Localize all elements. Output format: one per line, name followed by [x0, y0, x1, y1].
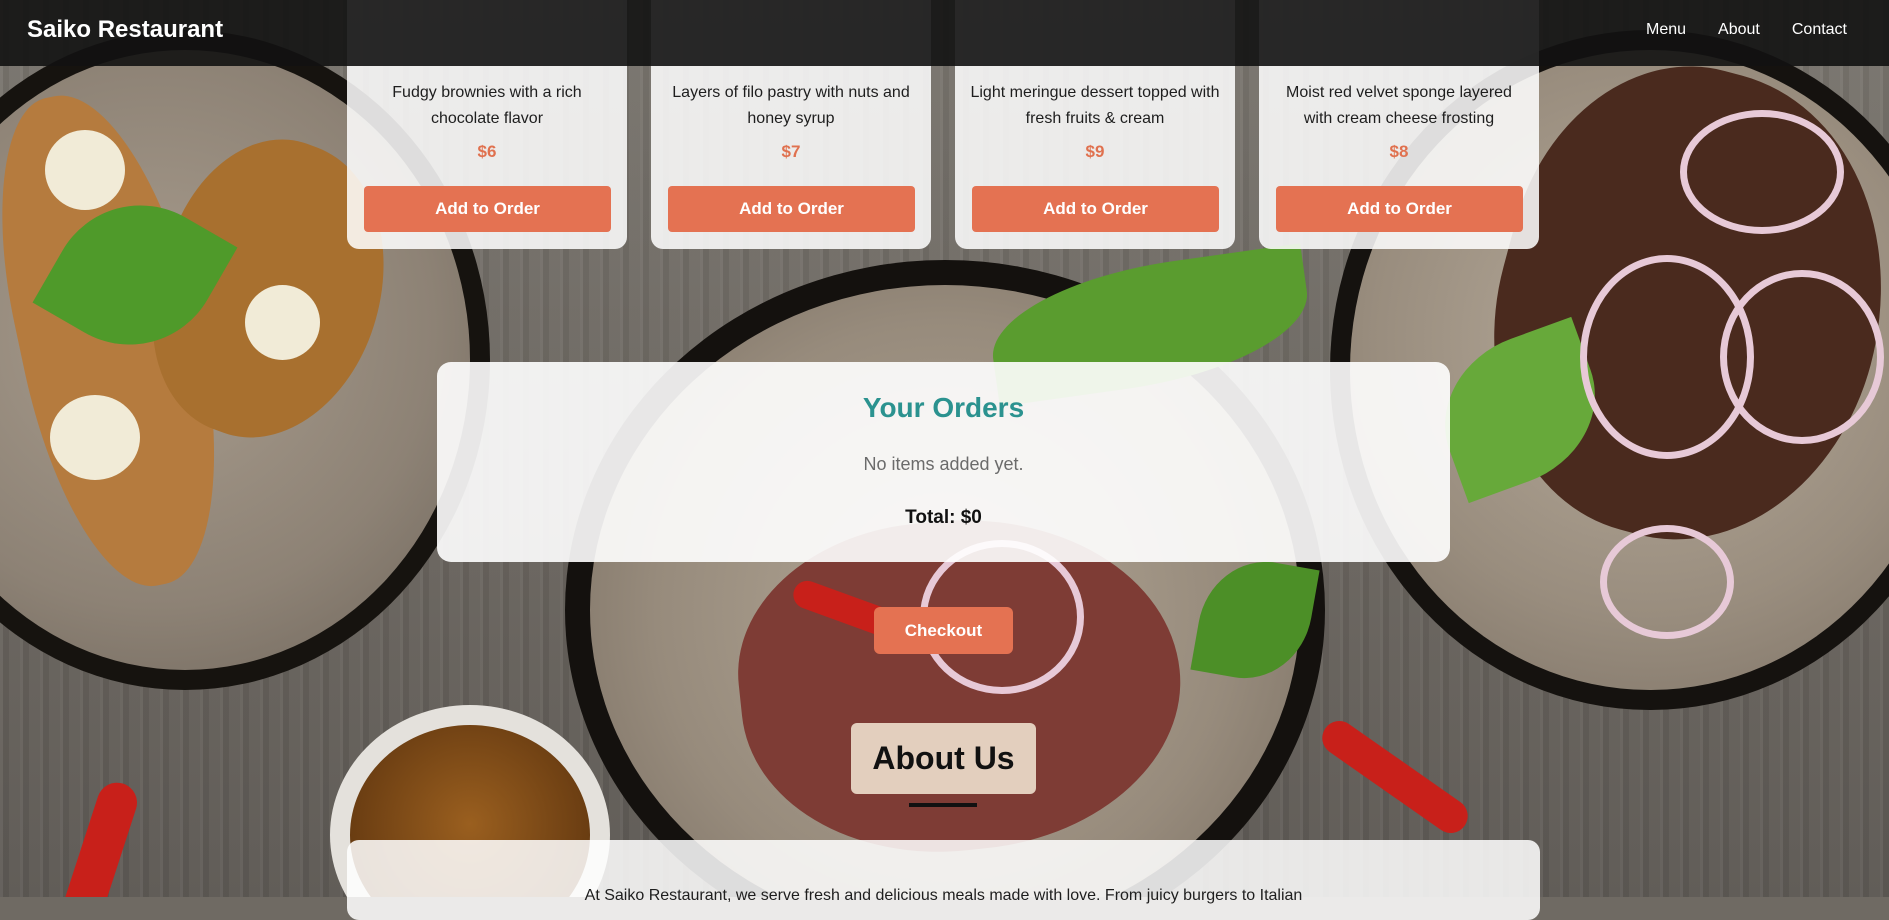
- orders-total: Total: $0: [905, 507, 982, 528]
- add-to-order-button[interactable]: Add to Order: [364, 186, 611, 232]
- about-heading: About Us: [872, 740, 1015, 776]
- menu-card-description: Light meringue dessert topped with fresh…: [970, 84, 1220, 127]
- about-text-box: At Saiko Restaurant, we serve fresh and …: [347, 840, 1540, 920]
- site-brand[interactable]: Saiko Restaurant: [27, 16, 223, 44]
- nav-menu-link[interactable]: Menu: [1646, 21, 1686, 39]
- top-navbar: Saiko Restaurant Menu About Contact: [0, 0, 1889, 66]
- about-heading-underline: [909, 803, 977, 807]
- nav-links: Menu About Contact: [1646, 21, 1847, 39]
- menu-card-price: $9: [1085, 142, 1105, 161]
- orders-panel: Your Orders No items added yet. Total: $…: [437, 362, 1450, 562]
- menu-card-price: $7: [781, 142, 801, 161]
- menu-card-description: Layers of filo pastry with nuts and hone…: [672, 84, 910, 127]
- checkout-button[interactable]: Checkout: [874, 607, 1013, 654]
- orders-empty-message: No items added yet.: [863, 454, 1024, 474]
- nav-about-link[interactable]: About: [1718, 21, 1760, 39]
- menu-card-price: $8: [1389, 142, 1409, 161]
- add-to-order-button[interactable]: Add to Order: [972, 186, 1219, 232]
- about-text: At Saiko Restaurant, we serve fresh and …: [584, 887, 1303, 904]
- menu-card-price: $6: [477, 142, 497, 161]
- add-to-order-button[interactable]: Add to Order: [1276, 186, 1523, 232]
- about-heading-box: About Us: [851, 723, 1036, 794]
- nav-contact-link[interactable]: Contact: [1792, 21, 1847, 39]
- add-to-order-button[interactable]: Add to Order: [668, 186, 915, 232]
- orders-title: Your Orders: [862, 392, 1025, 423]
- menu-card-description: Fudgy brownies with a rich chocolate fla…: [392, 84, 582, 127]
- menu-card-description: Moist red velvet sponge layered with cre…: [1286, 84, 1512, 127]
